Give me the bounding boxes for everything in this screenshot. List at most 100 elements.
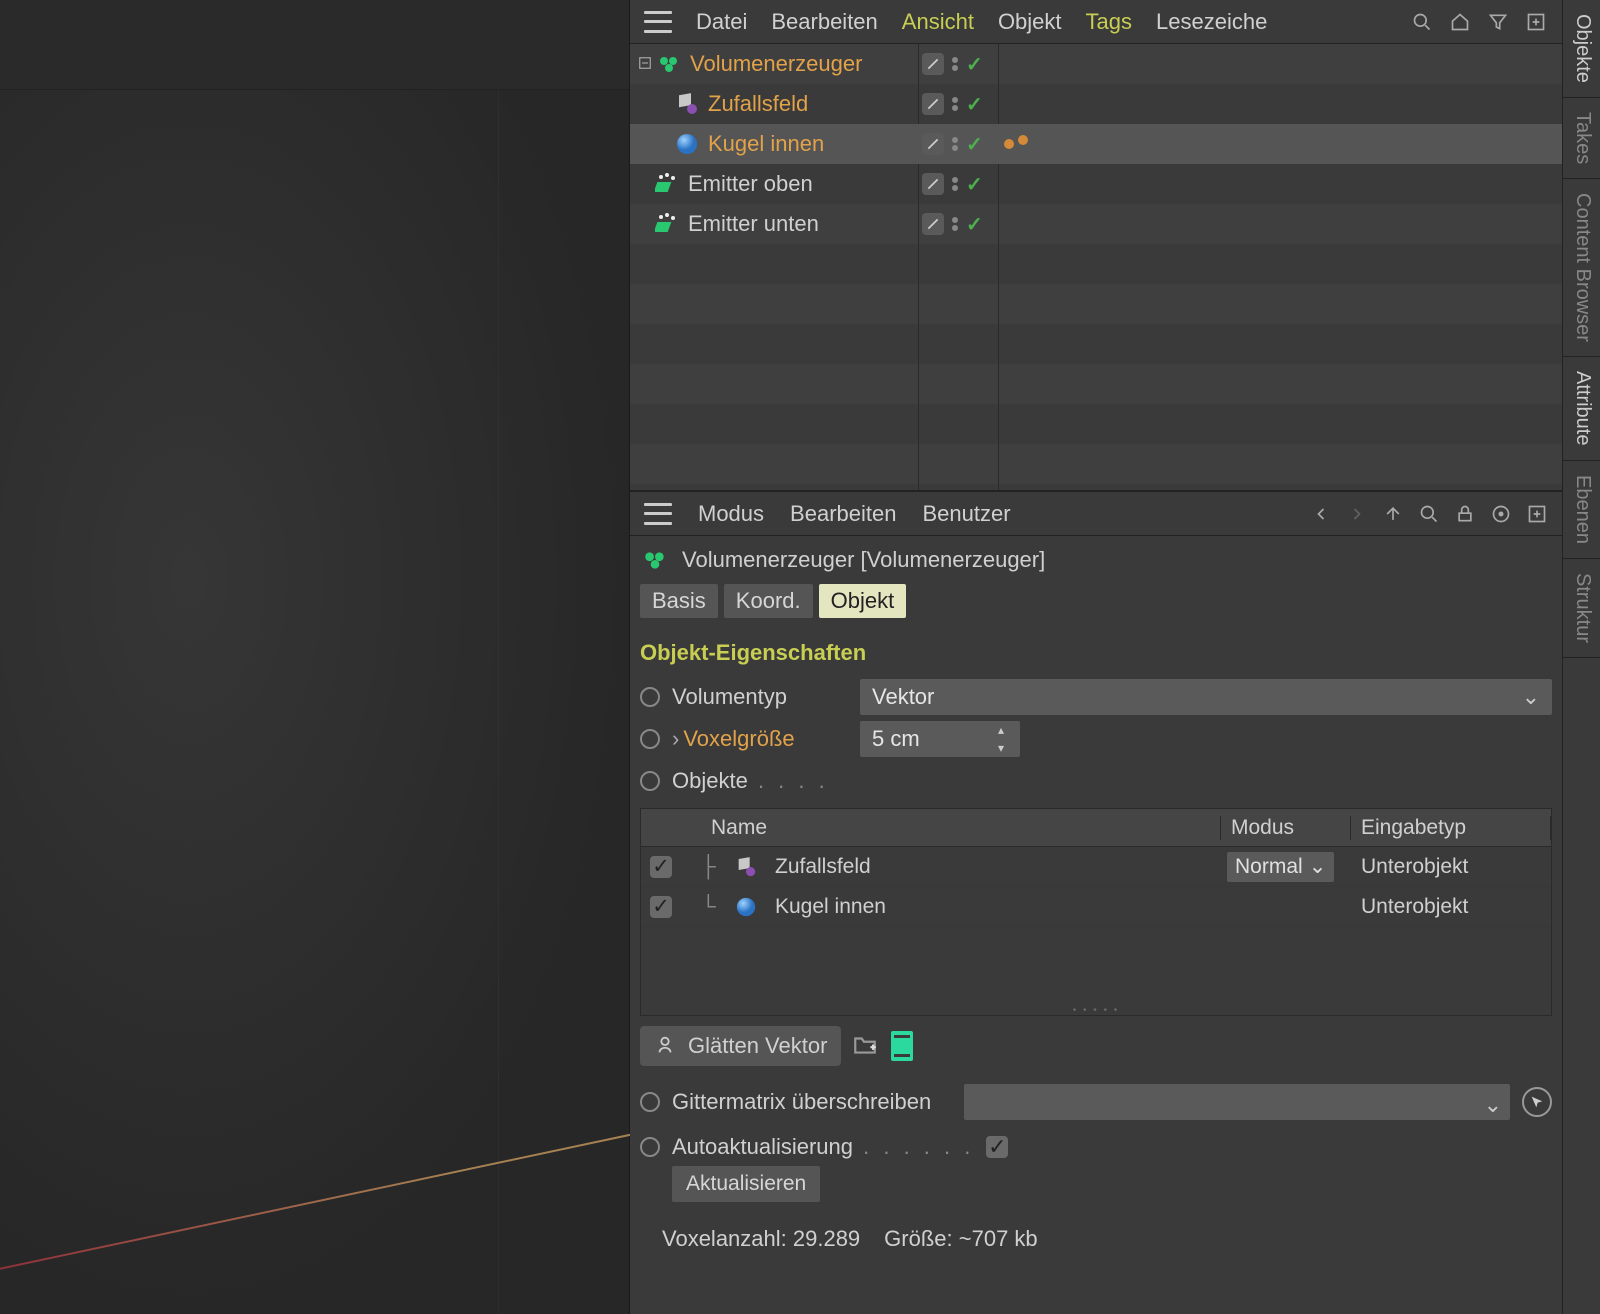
enable-check-icon[interactable]: ✓ bbox=[966, 172, 983, 197]
pick-object-icon[interactable] bbox=[1522, 1087, 1552, 1117]
lock-icon[interactable] bbox=[1454, 503, 1476, 525]
hamburger-icon[interactable] bbox=[644, 503, 672, 525]
side-tab-attribute[interactable]: Attribute bbox=[1563, 357, 1600, 460]
folder-add-icon[interactable] bbox=[851, 1032, 881, 1060]
label-voxelgroesse[interactable]: ›Voxelgröße bbox=[672, 726, 848, 752]
row-checkbox[interactable]: ✓ bbox=[650, 896, 672, 918]
menu-bearbeiten[interactable]: Bearbeiten bbox=[771, 9, 877, 35]
add-square-icon[interactable] bbox=[1524, 10, 1548, 34]
visibility-dots-icon[interactable] bbox=[952, 97, 958, 111]
mode-dropdown[interactable]: Normal ⌄ bbox=[1227, 852, 1334, 882]
autoaktualisierung-checkbox[interactable]: ✓ bbox=[986, 1136, 1008, 1158]
search-icon[interactable] bbox=[1410, 10, 1434, 34]
sphere-icon bbox=[674, 131, 700, 157]
side-tab-content-browser[interactable]: Content Browser bbox=[1563, 179, 1600, 357]
visibility-dots-icon[interactable] bbox=[952, 217, 958, 231]
anim-ring-icon[interactable] bbox=[640, 1137, 660, 1157]
side-tab-ebenen[interactable]: Ebenen bbox=[1563, 461, 1600, 559]
nav-back-icon[interactable] bbox=[1310, 503, 1332, 525]
visibility-dots-icon[interactable] bbox=[952, 137, 958, 151]
layer-toggle-icon[interactable] bbox=[922, 93, 944, 115]
nav-up-icon[interactable] bbox=[1382, 503, 1404, 525]
menu-objekt[interactable]: Objekt bbox=[998, 9, 1062, 35]
col-eingabetyp[interactable]: Eingabetyp bbox=[1351, 816, 1551, 840]
anim-ring-icon[interactable] bbox=[640, 771, 660, 791]
tree-label: Emitter unten bbox=[688, 211, 819, 237]
tab-basis[interactable]: Basis bbox=[640, 584, 718, 618]
tab-koord[interactable]: Koord. bbox=[724, 584, 813, 618]
menu-datei[interactable]: Datei bbox=[696, 9, 747, 35]
tree-row-zufallsfeld[interactable]: Zufallsfeld ✓ bbox=[630, 84, 1562, 124]
tree-row-emitter-unten[interactable]: Emitter unten ✓ bbox=[630, 204, 1562, 244]
layer-toggle-icon[interactable] bbox=[922, 133, 944, 155]
menu-tags[interactable]: Tags bbox=[1086, 9, 1132, 35]
gittermatrix-input[interactable]: ⌄ bbox=[964, 1084, 1510, 1120]
home-icon[interactable] bbox=[1448, 10, 1472, 34]
input-value: 5 cm bbox=[872, 726, 920, 752]
filter-label: Glätten Vektor bbox=[688, 1033, 827, 1059]
label-volumentyp: Volumentyp bbox=[672, 684, 848, 710]
menu-benutzer[interactable]: Benutzer bbox=[922, 501, 1010, 527]
tree-row-kugel-innen[interactable]: Kugel innen ✓ bbox=[630, 124, 1562, 164]
hamburger-icon[interactable] bbox=[644, 11, 672, 33]
volume-builder-icon bbox=[640, 545, 670, 575]
anim-ring-icon[interactable] bbox=[640, 1092, 660, 1112]
enable-check-icon[interactable]: ✓ bbox=[966, 132, 983, 157]
menu-bearbeiten-attr[interactable]: Bearbeiten bbox=[790, 501, 896, 527]
row-name: Kugel innen bbox=[775, 895, 886, 919]
attribute-title-text: Volumenerzeuger [Volumenerzeuger] bbox=[682, 547, 1045, 573]
info-row: Voxelanzahl: 29.289 Größe: ~707 kb bbox=[640, 1226, 1552, 1252]
filter-icon[interactable] bbox=[1486, 10, 1510, 34]
target-icon[interactable] bbox=[1490, 503, 1512, 525]
visibility-dots-icon[interactable] bbox=[952, 57, 958, 71]
col-name[interactable]: Name bbox=[681, 816, 1221, 840]
side-tab-takes[interactable]: Takes bbox=[1563, 98, 1600, 179]
menu-ansicht[interactable]: Ansicht bbox=[902, 9, 974, 35]
anim-ring-icon[interactable] bbox=[640, 687, 660, 707]
visibility-dots-icon[interactable] bbox=[952, 177, 958, 191]
viewport[interactable] bbox=[0, 0, 630, 1314]
collapse-icon[interactable] bbox=[638, 56, 654, 72]
anim-ring-icon[interactable] bbox=[640, 729, 660, 749]
search-icon[interactable] bbox=[1418, 503, 1440, 525]
attribute-tabs: Basis Koord. Objekt bbox=[630, 584, 1562, 624]
axis-line bbox=[0, 1127, 665, 1274]
layer-toggle-icon[interactable] bbox=[922, 53, 944, 75]
viewport-canvas[interactable] bbox=[0, 90, 629, 1314]
label-objekte: Objekte . . . . bbox=[672, 768, 848, 794]
add-square-icon[interactable] bbox=[1526, 503, 1548, 525]
enable-check-icon[interactable]: ✓ bbox=[966, 92, 983, 117]
row-type: Unterobjekt bbox=[1351, 855, 1551, 879]
cache-icon[interactable] bbox=[891, 1031, 913, 1061]
tab-objekt[interactable]: Objekt bbox=[819, 584, 907, 618]
tree-row-volumenerzeuger[interactable]: Volumenerzeuger ✓ bbox=[630, 44, 1562, 84]
enable-check-icon[interactable]: ✓ bbox=[966, 52, 983, 77]
tree-label: Volumenerzeuger bbox=[690, 51, 862, 77]
volumentyp-dropdown[interactable]: Vektor ⌄ bbox=[860, 679, 1552, 715]
row-name: Zufallsfeld bbox=[775, 855, 871, 879]
tag-dot-icon[interactable] bbox=[1018, 135, 1028, 145]
menu-modus[interactable]: Modus bbox=[698, 501, 764, 527]
object-tree[interactable]: Volumenerzeuger ✓ Zufallsfeld bbox=[630, 44, 1562, 490]
random-field-icon bbox=[733, 854, 759, 880]
chevron-down-icon: ⌄ bbox=[1309, 854, 1327, 879]
side-tab-objekte[interactable]: Objekte bbox=[1563, 0, 1600, 98]
tag-dot-icon[interactable] bbox=[1004, 139, 1014, 149]
tree-row-emitter-oben[interactable]: Emitter oben ✓ bbox=[630, 164, 1562, 204]
enable-check-icon[interactable]: ✓ bbox=[966, 212, 983, 237]
voxelgroesse-input[interactable]: 5 cm ▴▾ bbox=[860, 721, 1020, 757]
expand-arrow-icon[interactable]: › bbox=[672, 726, 679, 751]
resize-handle-icon[interactable]: • • • • • bbox=[641, 1005, 1551, 1015]
aktualisieren-button[interactable]: Aktualisieren bbox=[672, 1166, 820, 1202]
layer-toggle-icon[interactable] bbox=[922, 213, 944, 235]
row-checkbox[interactable]: ✓ bbox=[650, 856, 672, 878]
col-modus[interactable]: Modus bbox=[1221, 816, 1351, 840]
side-tab-struktur[interactable]: Struktur bbox=[1563, 559, 1600, 658]
filter-glaetten-vektor[interactable]: Glätten Vektor bbox=[640, 1026, 841, 1066]
menu-lesezeiche[interactable]: Lesezeiche bbox=[1156, 9, 1267, 35]
table-row[interactable]: ✓ └ Kugel innen Unterobjekt bbox=[641, 887, 1551, 927]
tree-label: Emitter oben bbox=[688, 171, 813, 197]
layer-toggle-icon[interactable] bbox=[922, 173, 944, 195]
spinner-icon[interactable]: ▴▾ bbox=[998, 723, 1014, 755]
table-row[interactable]: ✓ ├ Zufallsfeld Normal ⌄ bbox=[641, 847, 1551, 887]
